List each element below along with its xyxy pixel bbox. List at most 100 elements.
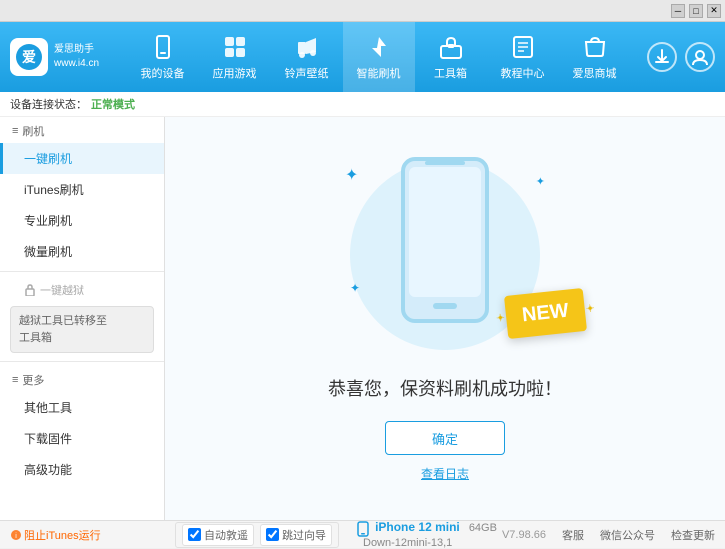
logo-name: 爱思助手 bbox=[54, 43, 99, 57]
nav-icon-smart-flash bbox=[365, 33, 393, 61]
nav-label-mall: 爱思商城 bbox=[573, 65, 617, 81]
sparkle-bottom-left: ✦ bbox=[350, 281, 360, 295]
sidebar-section-more-label: 更多 bbox=[22, 372, 44, 388]
sidebar-item-itunes-flash[interactable]: iTunes刷机 bbox=[0, 174, 164, 205]
window-controls[interactable]: ─ □ ✕ bbox=[671, 4, 721, 18]
sidebar-jailbreak-notice: 越狱工具已转移至工具箱 bbox=[10, 306, 154, 353]
close-button[interactable]: ✕ bbox=[707, 4, 721, 18]
phone-svg bbox=[395, 155, 495, 325]
nav-label-ringtones: 铃声壁纸 bbox=[285, 65, 329, 81]
bottom-right: V7.98.66 客服 微信公众号 检查更新 bbox=[502, 527, 715, 543]
nav-label-apps-games: 应用游戏 bbox=[213, 65, 257, 81]
phone-wrap: ✦ NEW ✦ ✦ ✦ ✦ bbox=[335, 155, 555, 325]
nav-item-smart-flash[interactable]: 智能刷机 bbox=[343, 22, 415, 92]
sparkle-top-right: ✦ bbox=[536, 175, 545, 188]
sidebar-item-pro-flash[interactable]: 专业刷机 bbox=[0, 205, 164, 236]
nav-label-smart-flash: 智能刷机 bbox=[357, 65, 401, 81]
sidebar-item-advanced[interactable]: 高级功能 bbox=[0, 454, 164, 485]
sidebar-section-flash-icon: ≡ bbox=[12, 125, 18, 137]
nav-bar: 我的设备 应用游戏 铃声壁纸 bbox=[110, 22, 647, 92]
customer-service-link[interactable]: 客服 bbox=[562, 527, 584, 543]
nav-label-my-device: 我的设备 bbox=[141, 65, 185, 81]
auto-dismiss-input[interactable] bbox=[188, 528, 201, 541]
version-label: V7.98.66 bbox=[502, 529, 546, 541]
minimize-button[interactable]: ─ bbox=[671, 4, 685, 18]
device-info: iPhone 12 mini 64GB Down-12mini-13,1 bbox=[347, 520, 502, 548]
wechat-public-link[interactable]: 微信公众号 bbox=[600, 527, 655, 543]
nav-right-buttons bbox=[647, 42, 715, 72]
itunes-icon: i bbox=[10, 529, 22, 541]
logo-text: 爱思助手 www.i4.cn bbox=[54, 43, 99, 71]
download-button[interactable] bbox=[647, 42, 677, 72]
bottom-left: i 阻止iTunes运行 bbox=[10, 527, 175, 543]
nav-item-apps-games[interactable]: 应用游戏 bbox=[199, 22, 271, 92]
sidebar-section-flash-label: 刷机 bbox=[22, 123, 44, 139]
sidebar: ≡ 刷机 一键刷机 iTunes刷机 专业刷机 微量刷机 一键越狱 越狱工具已转… bbox=[0, 117, 165, 520]
maximize-button[interactable]: □ bbox=[689, 4, 703, 18]
logo-icon: 爱 bbox=[10, 38, 48, 76]
daily-log-link[interactable]: 查看日志 bbox=[421, 465, 469, 482]
device-firmware: Down-12mini-13,1 bbox=[363, 537, 452, 549]
logo-area: 爱 爱思助手 www.i4.cn bbox=[10, 38, 110, 76]
sidebar-locked-jailbreak: 一键越狱 bbox=[0, 276, 164, 302]
connection-label: 设备连接状态： bbox=[10, 96, 87, 112]
itunes-running-label: 阻止iTunes运行 bbox=[24, 527, 101, 543]
sidebar-item-micro-flash[interactable]: 微量刷机 bbox=[0, 236, 164, 267]
sidebar-item-one-click-flash[interactable]: 一键刷机 bbox=[0, 143, 164, 174]
sidebar-label-one-click-flash: 一键刷机 bbox=[24, 152, 72, 166]
nav-icon-tutorial bbox=[509, 33, 537, 61]
auto-dismiss-checkbox[interactable]: 自动敦遥 bbox=[182, 524, 254, 546]
sidebar-label-other-tools: 其他工具 bbox=[24, 401, 72, 415]
nav-item-mall[interactable]: 爱思商城 bbox=[559, 22, 631, 92]
new-badge-wrap: ✦ NEW ✦ bbox=[506, 292, 585, 335]
sparkle-top-left: ✦ bbox=[345, 165, 358, 185]
sidebar-divider-2 bbox=[0, 361, 164, 362]
connection-value: 正常模式 bbox=[91, 96, 135, 112]
sidebar-section-flash: ≡ 刷机 bbox=[0, 117, 164, 143]
nav-item-toolbox[interactable]: 工具箱 bbox=[415, 22, 487, 92]
sidebar-section-more: ≡ 更多 bbox=[0, 366, 164, 392]
nav-icon-mall bbox=[581, 33, 609, 61]
nav-icon-my-device bbox=[149, 33, 177, 61]
sidebar-item-other-tools[interactable]: 其他工具 bbox=[0, 392, 164, 423]
auto-dismiss-label: 自动敦遥 bbox=[204, 527, 248, 543]
sidebar-label-pro-flash: 专业刷机 bbox=[24, 214, 72, 228]
title-bar: ─ □ ✕ bbox=[0, 0, 725, 22]
itunes-status: i 阻止iTunes运行 bbox=[10, 527, 101, 543]
svg-text:爱: 爱 bbox=[22, 49, 36, 65]
sidebar-label-itunes-flash: iTunes刷机 bbox=[24, 183, 84, 197]
user-button[interactable] bbox=[685, 42, 715, 72]
bottom-bar: i 阻止iTunes运行 自动敦遥 跳过向导 iPhone 12 mini 64… bbox=[0, 520, 725, 548]
sidebar-label-download-firmware: 下载固件 bbox=[24, 432, 72, 446]
success-text: 恭喜您，保资料刷机成功啦！ bbox=[328, 375, 562, 401]
nav-label-toolbox: 工具箱 bbox=[434, 65, 467, 81]
locked-label: 一键越狱 bbox=[40, 282, 84, 298]
main-container: ≡ 刷机 一键刷机 iTunes刷机 专业刷机 微量刷机 一键越狱 越狱工具已转… bbox=[0, 117, 725, 520]
phone-illustration: ✦ NEW ✦ ✦ ✦ ✦ bbox=[335, 155, 555, 355]
skip-wizard-checkbox[interactable]: 跳过向导 bbox=[260, 524, 332, 546]
nav-item-ringtones[interactable]: 铃声壁纸 bbox=[271, 22, 343, 92]
content-area: ✦ NEW ✦ ✦ ✦ ✦ 恭喜您，保资料刷机成功啦！ 确定 查看日志 bbox=[165, 117, 725, 520]
check-update-link[interactable]: 检查更新 bbox=[671, 527, 715, 543]
checkbox-area: 自动敦遥 跳过向导 bbox=[175, 522, 339, 548]
skip-wizard-label: 跳过向导 bbox=[282, 527, 326, 543]
nav-icon-apps-games bbox=[221, 33, 249, 61]
sidebar-item-download-firmware[interactable]: 下载固件 bbox=[0, 423, 164, 454]
sidebar-label-advanced: 高级功能 bbox=[24, 463, 72, 477]
sidebar-label-micro-flash: 微量刷机 bbox=[24, 245, 72, 259]
nav-item-my-device[interactable]: 我的设备 bbox=[127, 22, 199, 92]
nav-label-tutorial: 教程中心 bbox=[501, 65, 545, 81]
confirm-button[interactable]: 确定 bbox=[385, 421, 505, 455]
confirm-button-label: 确定 bbox=[432, 429, 458, 448]
logo-url: www.i4.cn bbox=[54, 57, 99, 71]
nav-icon-ringtones bbox=[293, 33, 321, 61]
sidebar-divider-1 bbox=[0, 271, 164, 272]
new-badge-text: NEW bbox=[521, 300, 570, 327]
skip-wizard-input[interactable] bbox=[266, 528, 279, 541]
header: 爱 爱思助手 www.i4.cn 我的设备 bbox=[0, 22, 725, 92]
sidebar-section-more-icon: ≡ bbox=[12, 374, 18, 386]
device-storage: 64GB bbox=[469, 522, 497, 534]
nav-icon-toolbox bbox=[437, 33, 465, 61]
nav-item-tutorial[interactable]: 教程中心 bbox=[487, 22, 559, 92]
connection-status-bar: 设备连接状态： 正常模式 bbox=[0, 92, 725, 117]
